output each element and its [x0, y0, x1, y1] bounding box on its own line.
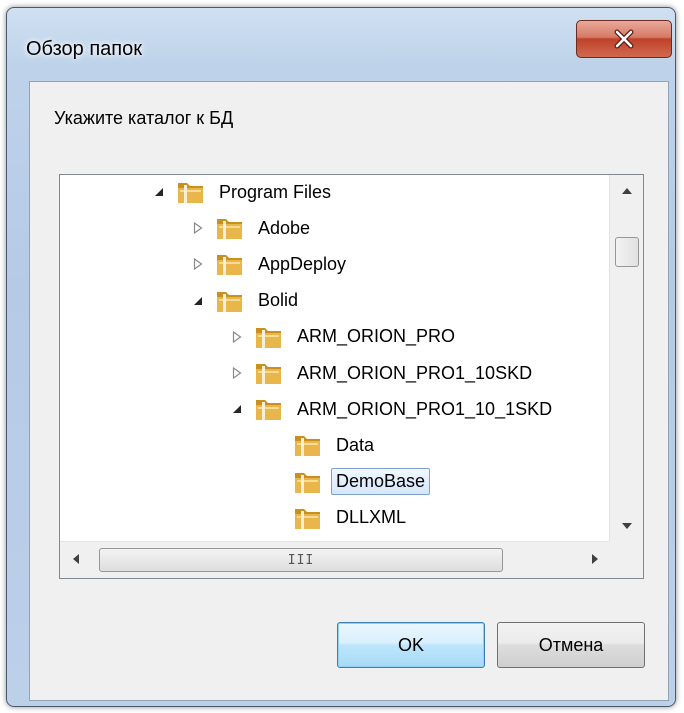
tree-node-label: ARM_ORION_PRO	[297, 326, 456, 347]
folder-icon	[215, 288, 245, 314]
horizontal-scroll-thumb[interactable]: III	[99, 548, 503, 572]
tree-node-label: Adobe	[258, 217, 311, 238]
scrollbar-corner	[609, 541, 643, 578]
dialog-prompt: Укажите каталог к БД	[54, 108, 234, 128]
arrow-up-icon	[621, 181, 632, 199]
tree-node-label: Program Files	[219, 181, 332, 202]
tree-node[interactable]: ARM_ORION_PRO1_10_1SKD	[228, 392, 557, 426]
expanded-triangle-icon[interactable]	[150, 183, 168, 201]
folder-icon	[215, 251, 245, 277]
dialog-window: Обзор папок Укажите каталог к БД Program…	[6, 7, 676, 707]
folder-icon	[215, 215, 245, 241]
tree-node[interactable]: DLLXML	[267, 501, 411, 535]
tree-node-label: DLLXML	[336, 507, 407, 528]
tree-node[interactable]: ARM_ORION_PRO	[228, 320, 460, 354]
dialog-client-area: Укажите каталог к БД Program Files Adobe A…	[29, 81, 669, 701]
scroll-up-button[interactable]	[610, 175, 643, 205]
close-icon	[613, 29, 635, 49]
folder-icon	[254, 324, 284, 350]
folder-tree[interactable]: Program Files Adobe AppDeploy Bolid ARM_ORIO…	[59, 174, 644, 579]
collapsed-triangle-icon[interactable]	[228, 328, 246, 346]
tree-node-label: AppDeploy	[258, 253, 347, 274]
cancel-button[interactable]: Отмена	[497, 622, 645, 668]
folder-icon	[176, 179, 206, 205]
tree-node[interactable]: Program Files	[150, 175, 336, 209]
folder-icon	[293, 432, 323, 458]
horizontal-scrollbar[interactable]: III	[60, 541, 610, 578]
collapsed-triangle-icon[interactable]	[189, 219, 207, 237]
scroll-down-button[interactable]	[610, 511, 643, 541]
arrow-left-icon	[72, 551, 79, 569]
tree-node[interactable]: AppDeploy	[189, 247, 351, 281]
arrow-down-icon	[621, 517, 632, 535]
tree-node-label: Bolid	[258, 290, 299, 311]
tree-node[interactable]: ARM_ORION_PRO1_10SKD	[228, 356, 537, 390]
scroll-left-button[interactable]	[60, 542, 90, 578]
tree-node-label: ARM_ORION_PRO1_10SKD	[297, 362, 533, 383]
tree-node-label: ARM_ORION_PRO1_10_1SKD	[297, 398, 553, 419]
expanded-triangle-icon[interactable]	[228, 400, 246, 418]
tree-node-label: DemoBase	[331, 468, 431, 496]
ok-button[interactable]: OK	[337, 622, 485, 668]
vertical-scroll-thumb[interactable]	[615, 237, 639, 267]
tree-node[interactable]: Data	[267, 428, 379, 462]
tree-viewport: Program Files Adobe AppDeploy Bolid ARM_ORIO…	[60, 175, 610, 541]
expanded-triangle-icon[interactable]	[189, 292, 207, 310]
window-title: Обзор папок	[26, 38, 142, 60]
folder-icon	[254, 360, 284, 386]
tree-node[interactable]: DemoBase	[267, 465, 431, 499]
collapsed-triangle-icon[interactable]	[228, 364, 246, 382]
collapsed-triangle-icon[interactable]	[189, 255, 207, 273]
tree-node[interactable]: Adobe	[189, 211, 315, 245]
close-button[interactable]	[576, 20, 672, 58]
scroll-grip: III	[287, 552, 315, 568]
folder-icon	[254, 396, 284, 422]
tree-node-label: Data	[336, 434, 375, 455]
folder-icon	[293, 505, 323, 531]
tree-node[interactable]: Bolid	[189, 284, 303, 318]
vertical-scrollbar[interactable]	[609, 175, 643, 541]
arrow-right-icon	[591, 551, 599, 569]
scroll-right-button[interactable]	[580, 542, 610, 578]
folder-icon	[293, 469, 323, 495]
